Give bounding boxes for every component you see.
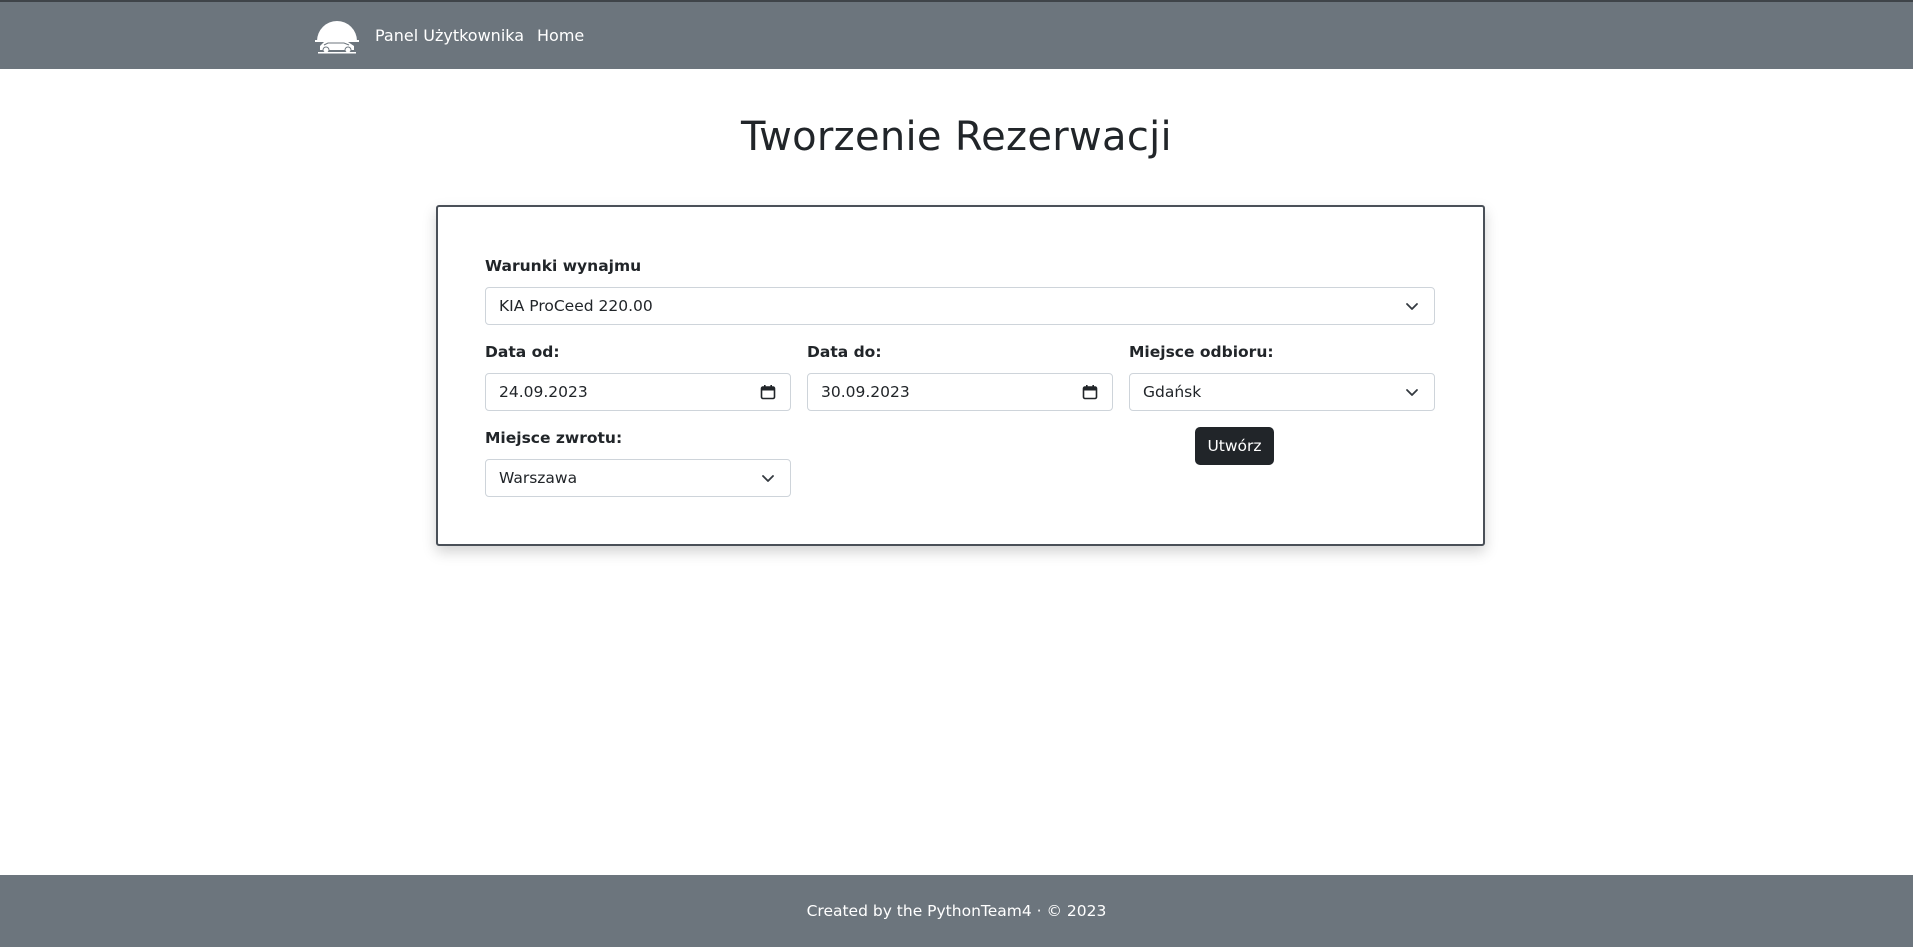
- return-location-select[interactable]: Warszawa: [485, 459, 791, 497]
- terms-label: Warunki wynajmu: [485, 257, 642, 275]
- nav-link-home[interactable]: Home: [537, 26, 584, 45]
- create-reservation-button[interactable]: Utwórz: [1195, 427, 1274, 465]
- return-location-value: Warszawa: [499, 469, 578, 487]
- date-from-value: 24.09.2023: [499, 383, 588, 401]
- chevron-down-icon: [1406, 389, 1418, 396]
- pickup-location-select[interactable]: Gdańsk: [1129, 373, 1435, 411]
- nav-link-user-panel[interactable]: Panel Użytkownika: [375, 26, 524, 45]
- date-to-input[interactable]: 30.09.2023: [807, 373, 1113, 411]
- date-from-label: Data od:: [485, 343, 560, 361]
- car-sunset-logo-icon[interactable]: [314, 19, 360, 55]
- terms-select-value: KIA ProCeed 220.00: [499, 297, 653, 315]
- chevron-down-icon: [1406, 303, 1418, 310]
- pickup-location-label: Miejsce odbioru:: [1129, 343, 1274, 361]
- calendar-icon[interactable]: [760, 384, 776, 400]
- date-to-label: Data do:: [807, 343, 882, 361]
- terms-select[interactable]: KIA ProCeed 220.00: [485, 287, 1435, 325]
- page-title: Tworzenie Rezerwacji: [741, 114, 1172, 160]
- footer: Created by the PythonTeam4 · © 2023: [0, 875, 1913, 947]
- date-from-input[interactable]: 24.09.2023: [485, 373, 791, 411]
- footer-text: Created by the PythonTeam4 · © 2023: [806, 902, 1107, 920]
- pickup-location-value: Gdańsk: [1143, 383, 1202, 401]
- calendar-icon[interactable]: [1082, 384, 1098, 400]
- top-navbar: Panel Użytkownika Home: [0, 0, 1913, 69]
- date-to-value: 30.09.2023: [821, 383, 910, 401]
- return-location-label: Miejsce zwrotu:: [485, 429, 623, 447]
- chevron-down-icon: [762, 475, 774, 482]
